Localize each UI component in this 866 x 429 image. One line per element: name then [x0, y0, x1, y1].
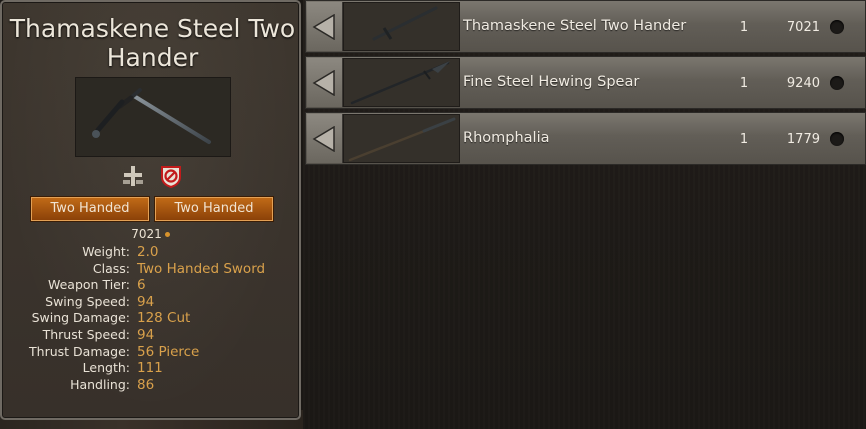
crossbar-craft-icon — [123, 166, 143, 186]
stat-label: Thrust Speed: — [42, 326, 130, 342]
tooltip-title: Thamaskene Steel Two Hander — [9, 14, 296, 72]
triangle-left-icon — [312, 70, 335, 96]
stat-label: Thrust Damage: — [29, 343, 130, 359]
item-price: 7021 — [786, 20, 820, 35]
polearm-icon — [348, 117, 456, 162]
triangle-left-icon — [312, 126, 335, 152]
no-restriction-shield-icon — [161, 166, 181, 189]
stat-row-length: Length: 111 — [2, 360, 299, 377]
stat-row-thrust-damage: Thrust Damage: 56 Pierce — [2, 344, 299, 361]
gold-coin-icon — [164, 232, 170, 237]
item-quantity: 1 — [739, 20, 749, 35]
tooltip-item-preview — [75, 77, 231, 157]
stat-label: Swing Damage: — [31, 310, 130, 326]
item-thumbnail — [343, 114, 460, 163]
item-quantity: 1 — [739, 132, 749, 147]
transfer-button[interactable] — [307, 58, 343, 107]
transfer-button[interactable] — [307, 114, 343, 163]
item-tooltip: Thamaskene Steel Two Hander Two Handed T… — [0, 0, 301, 420]
inventory-row[interactable]: Rhomphalia 1 1779 — [305, 112, 866, 165]
stat-value: 86 — [137, 376, 155, 393]
item-thumbnail — [343, 2, 460, 51]
stat-row-swing-speed: Swing Speed: 94 — [2, 294, 299, 311]
stat-row-handling: Handling: 86 — [2, 377, 299, 394]
tooltip-price: 7021 — [2, 226, 299, 242]
stat-label: Weight: — [82, 244, 130, 259]
item-name: Thamaskene Steel Two Hander — [463, 18, 687, 34]
sword-icon — [372, 6, 438, 41]
item-properties — [121, 164, 187, 189]
item-price: 1779 — [786, 132, 820, 147]
stat-label: Handling: — [70, 376, 130, 392]
stat-row-swing-damage: Swing Damage: 128 Cut — [2, 310, 299, 327]
transfer-button[interactable] — [307, 2, 343, 51]
inventory-row[interactable]: Thamaskene Steel Two Hander 1 7021 — [305, 0, 866, 53]
item-name: Fine Steel Hewing Spear — [463, 74, 640, 90]
sword-icon — [92, 88, 211, 144]
stat-value: 94 — [137, 326, 155, 343]
weapon-usage-tag: Two Handed — [155, 197, 273, 221]
stat-value: 6 — [137, 277, 146, 294]
stat-value: 2.0 — [137, 244, 159, 260]
stat-label: Class: — [92, 260, 130, 276]
weapon-type-tag: Two Handed — [31, 197, 149, 221]
price-value: 7021 — [131, 227, 162, 241]
stat-label: Weapon Tier: — [47, 277, 130, 293]
item-name: Rhomphalia — [463, 130, 550, 146]
stat-value: 94 — [137, 293, 155, 310]
inventory-row[interactable]: Fine Steel Hewing Spear 1 9240 — [305, 56, 866, 109]
select-radio[interactable] — [830, 132, 844, 146]
stat-label: Swing Speed: — [45, 293, 130, 309]
item-quantity: 1 — [739, 76, 749, 91]
spear-icon — [350, 61, 450, 105]
select-radio[interactable] — [830, 76, 844, 90]
stats-list: Weight: 2.0 Class: Two Handed Sword Weapon… — [2, 244, 299, 393]
stat-row-weight: Weight: 2.0 — [2, 244, 299, 261]
stat-value: 128 Cut — [137, 310, 191, 327]
stat-value: 56 Pierce — [137, 343, 200, 360]
triangle-left-icon — [312, 14, 335, 40]
item-price: 9240 — [786, 76, 820, 91]
stat-row-tier: Weapon Tier: 6 — [2, 277, 299, 294]
stat-label: Length: — [82, 360, 130, 376]
stat-row-class: Class: Two Handed Sword — [2, 261, 299, 278]
stat-row-thrust-speed: Thrust Speed: 94 — [2, 327, 299, 344]
stat-value: Two Handed Sword — [137, 260, 266, 277]
stat-value: 111 — [137, 360, 163, 377]
item-thumbnail — [343, 58, 460, 107]
select-radio[interactable] — [830, 20, 844, 34]
